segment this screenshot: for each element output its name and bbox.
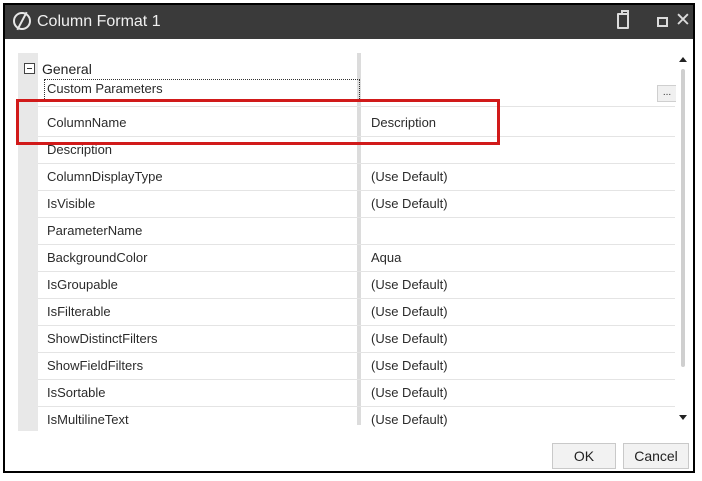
collapse-minus-icon[interactable] (24, 63, 35, 74)
clipboard-icon[interactable] (617, 10, 629, 29)
scroll-down-arrow-icon[interactable] (679, 415, 687, 420)
property-name: IsMultilineText (47, 412, 129, 427)
window-title: Column Format 1 (37, 13, 161, 30)
ok-button[interactable]: OK (552, 443, 616, 469)
maximize-icon[interactable] (657, 17, 668, 27)
property-row-backgroundcolor[interactable]: BackgroundColor Aqua (38, 245, 675, 272)
property-name: IsFilterable (47, 304, 111, 319)
property-row-showdistinctfilters[interactable]: ShowDistinctFilters (Use Default) (38, 326, 675, 353)
property-row-isvisible[interactable]: IsVisible (Use Default) (38, 191, 675, 218)
property-row-isfilterable[interactable]: IsFilterable (Use Default) (38, 299, 675, 326)
property-row-isgroupable[interactable]: IsGroupable (Use Default) (38, 272, 675, 299)
vertical-scrollbar[interactable] (676, 53, 690, 425)
scroll-up-arrow-icon[interactable] (679, 57, 687, 62)
property-name: ShowFieldFilters (47, 358, 144, 373)
property-name: BackgroundColor (47, 250, 148, 265)
property-name: IsSortable (47, 385, 106, 400)
property-value[interactable]: (Use Default) (371, 380, 448, 406)
property-name: IsVisible (47, 196, 96, 211)
highlight-annotation (16, 99, 500, 145)
property-value[interactable]: (Use Default) (371, 407, 448, 431)
title-bar[interactable]: Column Format 1 ✕ (5, 5, 693, 39)
property-value[interactable]: (Use Default) (371, 353, 448, 379)
property-name: ShowDistinctFilters (47, 331, 158, 346)
property-value[interactable]: (Use Default) (371, 164, 448, 190)
scroll-thumb[interactable] (681, 69, 685, 367)
property-name: ParameterName (47, 223, 143, 238)
dialog-window: Column Format 1 ✕ General Custom Paramet… (3, 3, 695, 473)
property-row-ismultilinetext[interactable]: IsMultilineText (Use Default) (38, 407, 675, 431)
app-logo-icon (13, 12, 31, 30)
property-name: IsGroupable (47, 277, 118, 292)
property-row-parametername[interactable]: ParameterName (38, 218, 675, 245)
property-row-columndisplaytype[interactable]: ColumnDisplayType (Use Default) (38, 164, 675, 191)
property-value[interactable]: (Use Default) (371, 191, 448, 217)
property-value[interactable]: (Use Default) (371, 272, 448, 298)
property-value[interactable]: Aqua (371, 245, 401, 271)
property-row-issortable[interactable]: IsSortable (Use Default) (38, 380, 675, 407)
close-icon[interactable]: ✕ (675, 10, 691, 32)
ellipsis-button[interactable]: ... (657, 85, 677, 102)
property-value[interactable]: (Use Default) (371, 299, 448, 325)
cancel-button[interactable]: Cancel (623, 443, 689, 469)
property-name: ColumnDisplayType (47, 169, 163, 184)
property-value[interactable]: (Use Default) (371, 326, 448, 352)
property-row-showfieldfilters[interactable]: ShowFieldFilters (Use Default) (38, 353, 675, 380)
